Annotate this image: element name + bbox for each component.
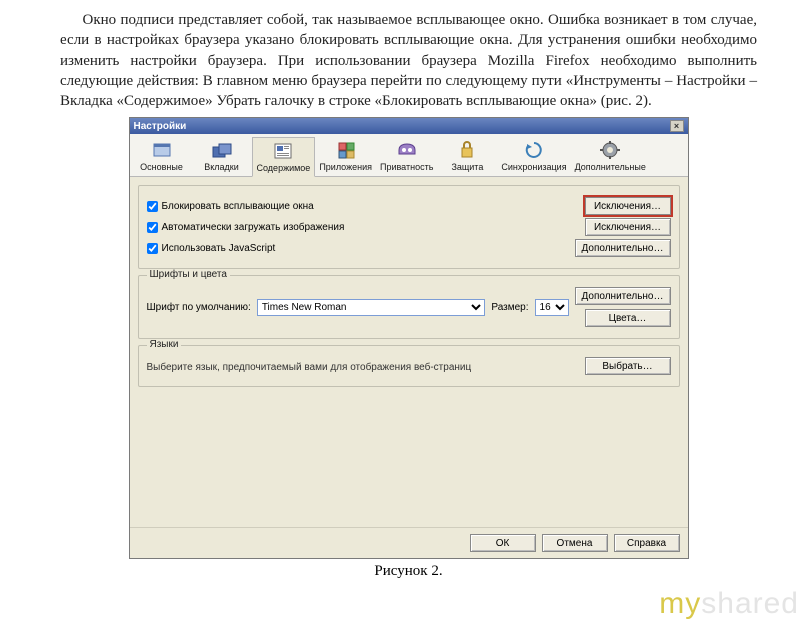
default-font-label: Шрифт по умолчанию: xyxy=(147,302,251,313)
fonts-advanced-button[interactable]: Дополнительно… xyxy=(575,287,671,305)
titlebar: Настройки × xyxy=(130,118,688,134)
checkbox-block-popups[interactable]: Блокировать всплывающие окна xyxy=(147,201,314,212)
choose-language-button[interactable]: Выбрать… xyxy=(585,357,671,375)
tab-sync[interactable]: Синхронизация xyxy=(497,137,570,176)
fonts-title: Шрифты и цвета xyxy=(147,269,230,280)
cancel-button[interactable]: Отмена xyxy=(542,534,608,552)
checkbox-use-js[interactable]: Использовать JavaScript xyxy=(147,243,276,254)
tab-privacy[interactable]: Приватность xyxy=(376,137,437,176)
exceptions-button-popups[interactable]: Исключения… xyxy=(585,197,671,215)
size-label: Размер: xyxy=(491,302,528,313)
general-icon xyxy=(150,139,174,161)
ok-button[interactable]: ОК xyxy=(470,534,536,552)
intro-paragraph: Окно подписи представляет собой, так наз… xyxy=(60,10,757,111)
content-icon xyxy=(271,140,295,162)
tabstrip: Основные Вкладки Содержимое xyxy=(130,134,688,177)
advanced-js-button[interactable]: Дополнительно… xyxy=(575,239,671,257)
security-icon xyxy=(455,139,479,161)
group-languages: Языки Выберите язык, предпочитаемый вами… xyxy=(138,345,680,387)
button-bar: ОК Отмена Справка xyxy=(130,527,688,558)
help-button[interactable]: Справка xyxy=(614,534,680,552)
settings-dialog: Настройки × Основные Вкладки xyxy=(129,117,689,559)
exceptions-button-images[interactable]: Исключения… xyxy=(585,218,671,236)
tab-general[interactable]: Основные xyxy=(132,137,192,176)
group-fonts: Шрифты и цвета Шрифт по умолчанию: Times… xyxy=(138,275,680,339)
tab-content[interactable]: Содержимое xyxy=(252,137,316,177)
tab-tabs[interactable]: Вкладки xyxy=(192,137,252,176)
tab-security[interactable]: Защита xyxy=(437,137,497,176)
tabs-icon xyxy=(210,139,234,161)
advanced-icon xyxy=(598,139,622,161)
sync-icon xyxy=(522,139,546,161)
watermark: myshared xyxy=(659,587,799,621)
languages-title: Языки xyxy=(147,339,182,350)
blank-area xyxy=(138,393,680,523)
group-content: Блокировать всплывающие окна Исключения…… xyxy=(138,185,680,269)
font-select[interactable]: Times New Roman xyxy=(257,299,486,316)
size-select[interactable]: 16 xyxy=(535,299,569,316)
checkbox-load-images[interactable]: Автоматически загружать изображения xyxy=(147,222,345,233)
window-title: Настройки xyxy=(134,121,187,132)
figure-caption: Рисунок 2. xyxy=(60,563,757,580)
languages-desc: Выберите язык, предпочитаемый вами для о… xyxy=(147,362,472,373)
tab-applications[interactable]: Приложения xyxy=(315,137,376,176)
applications-icon xyxy=(334,139,358,161)
tab-advanced[interactable]: Дополнительные xyxy=(571,137,650,176)
privacy-icon xyxy=(395,139,419,161)
colors-button[interactable]: Цвета… xyxy=(585,309,671,327)
close-icon[interactable]: × xyxy=(670,120,684,132)
